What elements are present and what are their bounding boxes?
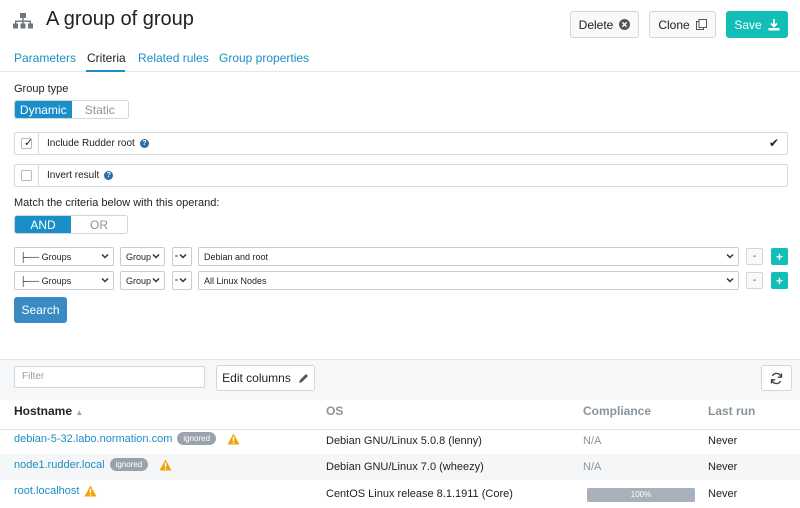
criteria-object-select[interactable]: ├── Groups xyxy=(14,271,114,290)
filter-input[interactable]: Filter xyxy=(14,366,205,388)
include-root-checkbox[interactable]: ✓ xyxy=(15,133,39,154)
checkmark-icon: ✔ xyxy=(768,136,779,150)
invert-result-checkbox[interactable] xyxy=(15,165,39,186)
help-icon[interactable]: ? xyxy=(104,171,114,180)
remove-criteria-button[interactable]: - xyxy=(746,272,763,289)
criteria-attribute-select[interactable]: Group xyxy=(120,271,165,290)
tab-criteria[interactable]: Criteria xyxy=(87,51,126,65)
hostname-link[interactable]: root.localhost xyxy=(14,485,79,497)
active-tab-indicator xyxy=(86,70,125,72)
page-header: A group of group Delete Clone Save xyxy=(0,0,800,44)
checkmark-icon: ✓ xyxy=(24,137,34,149)
operand-and[interactable]: AND xyxy=(15,216,71,233)
criteria-object-select[interactable]: ├── Groups xyxy=(14,247,114,266)
group-icon xyxy=(13,13,33,29)
close-circle-icon xyxy=(619,19,631,30)
warning-icon xyxy=(227,433,240,444)
include-root-label: Include Rudder root xyxy=(47,138,135,149)
invert-result-row: Invert result ? xyxy=(14,164,788,187)
hostname-link[interactable]: node1.rudder.local xyxy=(14,459,105,471)
criteria-value-select[interactable]: Debian and root xyxy=(198,247,739,266)
sort-asc-icon: ▲ xyxy=(75,408,84,417)
chevron-down-icon xyxy=(152,277,160,283)
criteria-value-select[interactable]: All Linux Nodes xyxy=(198,271,739,290)
os-cell: Debian GNU/Linux 7.0 (wheezy) xyxy=(326,461,484,473)
include-root-row: ✓ Include Rudder root ? ✔ xyxy=(14,132,788,155)
tab-related-rules[interactable]: Related rules xyxy=(138,51,209,65)
tab-bar: Parameters Criteria Related rules Group … xyxy=(0,44,800,72)
criteria-comparator-select[interactable]: = xyxy=(172,247,192,266)
group-type-toggle: Dynamic Static xyxy=(14,100,129,119)
ignored-badge: ignored xyxy=(177,432,217,445)
compliance-cell: N/A xyxy=(583,435,602,447)
table-row[interactable]: node1.rudder.local ignored Debian GNU/Li… xyxy=(0,454,800,480)
remove-criteria-button[interactable]: - xyxy=(746,248,763,265)
add-criteria-button[interactable]: + xyxy=(771,272,788,289)
group-type-dynamic[interactable]: Dynamic xyxy=(15,101,72,118)
delete-button[interactable]: Delete xyxy=(570,11,639,38)
refresh-icon xyxy=(770,372,783,384)
chevron-down-icon xyxy=(179,253,187,259)
chevron-down-icon xyxy=(726,253,734,259)
hostname-link[interactable]: debian-5-32.labo.normation.com xyxy=(14,433,172,445)
last-run-cell: Never xyxy=(708,461,738,473)
compliance-bar[interactable]: 100% xyxy=(587,488,695,502)
ignored-badge: ignored xyxy=(109,458,149,471)
criteria-attribute-select[interactable]: Group xyxy=(120,247,165,266)
group-type-static[interactable]: Static xyxy=(71,101,128,118)
warning-icon xyxy=(84,485,97,497)
edit-columns-button[interactable]: Edit columns xyxy=(216,365,315,391)
operand-toggle: AND OR xyxy=(14,215,128,234)
last-run-cell: Never xyxy=(708,435,738,447)
column-header-last-run[interactable]: Last run xyxy=(708,404,755,418)
operand-or[interactable]: OR xyxy=(71,216,127,233)
add-criteria-button[interactable]: + xyxy=(771,248,788,265)
compliance-bar-label: 100% xyxy=(630,490,652,499)
warning-icon xyxy=(159,459,172,470)
column-header-hostname[interactable]: Hostname ▲ xyxy=(14,404,83,418)
chevron-down-icon xyxy=(179,277,187,283)
group-type-label: Group type xyxy=(14,83,69,95)
table-row[interactable]: debian-5-32.labo.normation.com ignored D… xyxy=(0,428,800,454)
search-button[interactable]: Search xyxy=(14,297,67,323)
invert-result-label: Invert result xyxy=(47,170,100,181)
operand-label: Match the criteria below with this opera… xyxy=(14,197,220,209)
chevron-down-icon xyxy=(101,277,109,283)
last-run-cell: Never xyxy=(708,488,738,500)
tab-parameters[interactable]: Parameters xyxy=(14,51,76,65)
column-header-os[interactable]: OS xyxy=(326,404,343,418)
help-icon[interactable]: ? xyxy=(139,139,149,148)
column-header-compliance[interactable]: Compliance xyxy=(583,404,651,418)
download-icon xyxy=(768,18,780,30)
pencil-icon xyxy=(298,373,308,383)
page-title: A group of group xyxy=(46,8,194,30)
refresh-button[interactable] xyxy=(761,365,792,391)
os-cell: Debian GNU/Linux 5.0.8 (lenny) xyxy=(326,435,482,447)
chevron-down-icon xyxy=(101,253,109,259)
criteria-comparator-select[interactable]: = xyxy=(172,271,192,290)
results-panel: Filter Edit columns Hostname ▲ OS Compli… xyxy=(0,359,800,508)
table-row[interactable]: root.localhost CentOS Linux release 8.1.… xyxy=(0,481,800,507)
save-button[interactable]: Save xyxy=(726,11,788,38)
copy-icon xyxy=(695,19,707,30)
chevron-down-icon xyxy=(726,277,734,283)
os-cell: CentOS Linux release 8.1.1911 (Core) xyxy=(326,488,513,500)
clone-button[interactable]: Clone xyxy=(649,11,716,38)
compliance-cell: N/A xyxy=(583,461,602,473)
tab-group-properties[interactable]: Group properties xyxy=(219,51,309,65)
chevron-down-icon xyxy=(152,253,160,259)
